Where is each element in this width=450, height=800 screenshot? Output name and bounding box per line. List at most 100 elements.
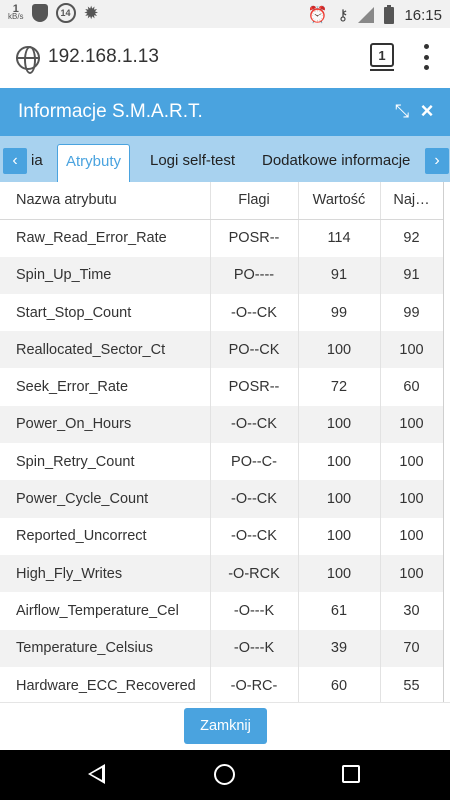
attribute-value: 114 xyxy=(298,219,381,257)
alarm-icon: ⏰ xyxy=(307,7,328,24)
attribute-value: 61 xyxy=(298,592,381,630)
table-row[interactable]: Temperature_Celsius -O---K 39 70 xyxy=(0,629,444,667)
dialog-footer: Zamknij xyxy=(0,702,450,750)
attribute-flags: PO--CK xyxy=(210,331,299,369)
table-row[interactable]: Power_On_Hours -O--CK 100 100 xyxy=(0,405,444,444)
tab-switcher-button[interactable]: 1 xyxy=(370,43,394,71)
attribute-flags: -O--CK xyxy=(210,517,299,555)
table-scroll-edge xyxy=(443,182,444,702)
table-row[interactable]: Airflow_Temperature_Cel -O---K 61 30 xyxy=(0,592,444,630)
attribute-worst: 100 xyxy=(380,517,444,555)
clock-time: 16:15 xyxy=(404,6,442,24)
attribute-worst: 30 xyxy=(380,592,444,630)
attribute-name: Power_On_Hours xyxy=(0,405,211,444)
column-header-value[interactable]: Wartość xyxy=(298,182,381,220)
battery-icon xyxy=(384,4,395,24)
attributes-table: Nazwa atrybutu Flagi Wartość Naj… Raw_Re… xyxy=(0,182,444,702)
attribute-name: Hardware_ECC_Recovered xyxy=(0,666,211,702)
table-header-row: Nazwa atrybutu Flagi Wartość Naj… xyxy=(0,182,444,220)
attribute-flags: -O---K xyxy=(210,592,299,630)
column-header-flags[interactable]: Flagi xyxy=(210,182,299,220)
tab-additional-info[interactable]: Dodatkowe informacje xyxy=(262,152,410,169)
attribute-worst: 99 xyxy=(380,293,444,332)
attribute-worst: 100 xyxy=(380,405,444,444)
attribute-value: 72 xyxy=(298,368,381,406)
attribute-flags: -O-RC- xyxy=(210,666,299,702)
table-row[interactable]: High_Fly_Writes -O-RCK 100 100 xyxy=(0,554,444,593)
tab-partial[interactable]: ia xyxy=(31,152,43,169)
attribute-worst: 55 xyxy=(380,666,444,702)
attribute-worst: 92 xyxy=(380,219,444,257)
table-row[interactable]: Reallocated_Sector_Ct PO--CK 100 100 xyxy=(0,331,444,369)
overflow-menu-icon[interactable] xyxy=(418,44,434,70)
table-row[interactable]: Reported_Uncorrect -O--CK 100 100 xyxy=(0,517,444,555)
attribute-flags: -O--CK xyxy=(210,405,299,444)
back-icon[interactable] xyxy=(88,764,105,784)
home-icon[interactable] xyxy=(214,764,235,785)
close-button[interactable]: Zamknij xyxy=(184,708,267,744)
close-icon[interactable]: × xyxy=(416,100,438,122)
vpn-key-icon: ⚷ xyxy=(337,7,349,24)
attribute-value: 100 xyxy=(298,517,381,555)
attribute-name: Reported_Uncorrect xyxy=(0,517,211,555)
attribute-name: Power_Cycle_Count xyxy=(0,480,211,518)
table-row[interactable]: Power_Cycle_Count -O--CK 100 100 xyxy=(0,480,444,518)
dialog-title: Informacje S.M.A.R.T. xyxy=(18,101,203,122)
dialog-header: Informacje S.M.A.R.T. ⤡ × xyxy=(0,88,450,136)
attribute-value: 100 xyxy=(298,443,381,481)
attribute-worst: 100 xyxy=(380,331,444,369)
shield-icon xyxy=(31,4,48,22)
attribute-name: Seek_Error_Rate xyxy=(0,368,211,406)
browser-toolbar: 192.168.1.13 1 xyxy=(0,28,450,88)
compress-icon[interactable]: ⤡ xyxy=(392,101,412,121)
attribute-flags: -O--CK xyxy=(210,293,299,332)
attributes-table-container[interactable]: Nazwa atrybutu Flagi Wartość Naj… Raw_Re… xyxy=(0,182,450,702)
table-row[interactable]: Start_Stop_Count -O--CK 99 99 xyxy=(0,293,444,332)
table-row[interactable]: Spin_Up_Time PO---- 91 91 xyxy=(0,256,444,294)
attribute-flags: -O---K xyxy=(210,629,299,667)
attribute-flags: PO---- xyxy=(210,256,299,294)
attribute-value: 100 xyxy=(298,405,381,444)
tab-scroll-right-button[interactable]: › xyxy=(425,148,449,174)
attribute-value: 39 xyxy=(298,629,381,667)
address-bar[interactable]: 192.168.1.13 xyxy=(48,46,159,68)
table-row[interactable]: Hardware_ECC_Recovered -O-RC- 60 55 xyxy=(0,666,444,702)
attribute-flags: PO--C- xyxy=(210,443,299,481)
globe-icon[interactable] xyxy=(16,46,40,74)
attribute-name: Airflow_Temperature_Cel xyxy=(0,592,211,630)
attribute-name: Start_Stop_Count xyxy=(0,293,211,332)
attribute-name: Reallocated_Sector_Ct xyxy=(0,331,211,369)
attribute-value: 60 xyxy=(298,666,381,702)
attribute-worst: 70 xyxy=(380,629,444,667)
attribute-worst: 91 xyxy=(380,256,444,294)
signal-icon xyxy=(358,7,375,23)
column-header-name[interactable]: Nazwa atrybutu xyxy=(0,182,211,220)
status-bar: 1 kB/s 14 ✹ ⏰ ⚷ 16:15 xyxy=(0,0,450,28)
settings-gear-icon: ✹ xyxy=(83,3,99,23)
attribute-value: 100 xyxy=(298,480,381,518)
attribute-flags: -O--CK xyxy=(210,480,299,518)
tab-scroll-left-button[interactable]: ‹ xyxy=(3,148,27,174)
table-row[interactable]: Raw_Read_Error_Rate POSR-- 114 92 xyxy=(0,219,444,257)
table-row[interactable]: Spin_Retry_Count PO--C- 100 100 xyxy=(0,443,444,481)
attribute-worst: 100 xyxy=(380,443,444,481)
attribute-worst: 100 xyxy=(380,554,444,593)
attribute-worst: 100 xyxy=(380,480,444,518)
table-row[interactable]: Seek_Error_Rate POSR-- 72 60 xyxy=(0,368,444,406)
notification-count-icon: 14 xyxy=(55,3,76,23)
attribute-name: Raw_Read_Error_Rate xyxy=(0,219,211,257)
tab-attributes[interactable]: Atrybuty xyxy=(57,144,131,182)
tab-self-test-logs[interactable]: Logi self-test xyxy=(150,152,235,169)
smart-info-dialog: Informacje S.M.A.R.T. ⤡ × ‹ ia Atrybuty … xyxy=(0,88,450,750)
attribute-name: Spin_Up_Time xyxy=(0,256,211,294)
recent-apps-icon[interactable] xyxy=(342,765,360,783)
attribute-worst: 60 xyxy=(380,368,444,406)
attribute-value: 91 xyxy=(298,256,381,294)
network-speed: 1 kB/s xyxy=(8,4,24,21)
attribute-flags: -O-RCK xyxy=(210,554,299,593)
attribute-name: Spin_Retry_Count xyxy=(0,443,211,481)
system-nav-bar xyxy=(0,750,450,800)
attribute-name: Temperature_Celsius xyxy=(0,629,211,667)
attribute-name: High_Fly_Writes xyxy=(0,554,211,593)
column-header-worst[interactable]: Naj… xyxy=(380,182,444,220)
